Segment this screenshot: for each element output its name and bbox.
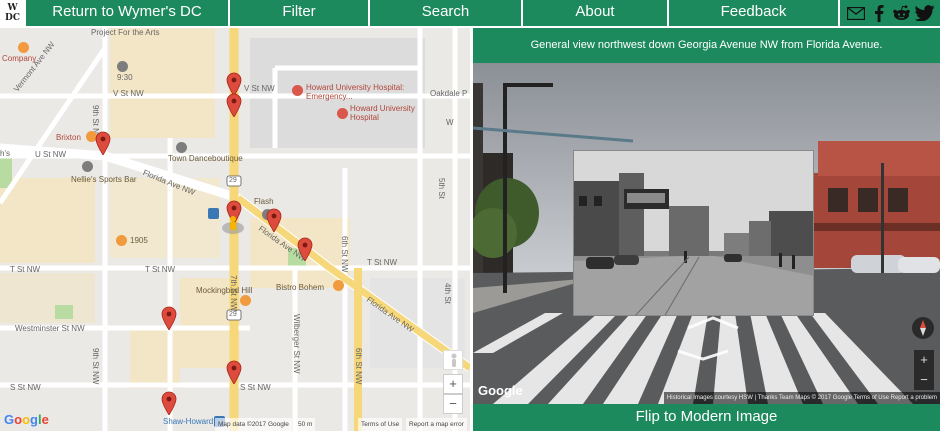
map-label-u-st: U St NW <box>35 150 67 159</box>
map-label-bistro-bohem: Bistro Bohem <box>276 283 325 292</box>
map-zoom-out-button[interactable]: − <box>443 394 463 414</box>
return-to-wymers-dc-link[interactable]: Return to Wymer's DC <box>26 0 230 26</box>
about-menu[interactable]: About <box>523 0 669 26</box>
compass-icon[interactable] <box>912 317 934 339</box>
street-view-google-logo[interactable]: Google <box>478 383 523 398</box>
street-view-zoom-out-button[interactable]: − <box>914 370 934 390</box>
wymers-dc-logo[interactable]: W DC <box>0 0 26 26</box>
map-label-5th-st: 5th St <box>437 178 446 199</box>
photo-location-pin-3[interactable] <box>95 131 111 156</box>
map-label-1905: 1905 <box>130 236 148 245</box>
historic-photo-overlay[interactable] <box>573 150 814 316</box>
street-view-zoom-in-button[interactable]: + <box>914 350 934 370</box>
hospital-h-poi-icon[interactable] <box>337 108 348 119</box>
map-label-nellies: Nellie's Sports Bar <box>71 175 137 184</box>
photo-location-pin-2[interactable] <box>226 93 242 118</box>
map-route-29-b: 29 <box>229 177 237 184</box>
map-google-logo[interactable]: Google <box>4 412 49 427</box>
map-label-s-st-east: S St NW <box>240 383 271 392</box>
map-label-t-st-mid: T St NW <box>145 265 176 274</box>
map-route-29-a: 29 <box>229 311 237 318</box>
map-label-hospital: Hospital <box>350 113 379 122</box>
top-navigation: W DC Return to Wymer's DC Filter Search … <box>0 0 940 26</box>
email-icon[interactable] <box>846 4 866 22</box>
photo-location-pin-6[interactable] <box>161 306 177 331</box>
facebook-icon[interactable] <box>869 4 889 22</box>
logo-top-text: W <box>7 3 18 13</box>
map-pegman-control-icon[interactable] <box>443 350 463 370</box>
map-label-t-st-east: T St NW <box>367 258 398 267</box>
filter-menu[interactable]: Filter <box>230 0 370 26</box>
search-menu[interactable]: Search <box>370 0 523 26</box>
map-label-time: 9:30 <box>117 73 133 82</box>
map-label-v-st-west: V St NW <box>113 89 144 98</box>
map-label-4th-st: 4th St <box>443 283 452 304</box>
reddit-icon[interactable] <box>892 4 912 22</box>
map-label-project-for-arts: Project For the Arts <box>91 28 160 37</box>
app-root: W DC Return to Wymer's DC Filter Search … <box>0 0 940 431</box>
map-label-howard-hospital-emergency: Howard University Hospital: Emergency... <box>306 83 405 101</box>
map-zoom-in-button[interactable]: + <box>443 374 463 394</box>
flip-to-modern-image-button[interactable]: Flip to Modern Image <box>473 404 940 431</box>
photo-location-pin-5[interactable] <box>297 237 313 262</box>
map-data-attribution: Map data ©2017 Google <box>215 418 292 431</box>
street-view-panel[interactable]: + − Google Historical Images courtesy HS… <box>473 63 940 404</box>
photo-location-pin-4[interactable] <box>266 208 282 233</box>
twitter-icon[interactable] <box>914 4 935 22</box>
map-label-town-danceboutique: Town Danceboutique <box>168 154 243 163</box>
map-label-oakdale: Oakdale P <box>430 89 468 98</box>
photo-caption: General view northwest down Georgia Aven… <box>473 28 940 63</box>
logo-bottom-text: DC <box>5 13 20 23</box>
music-venue-poi-icon[interactable] <box>117 61 128 72</box>
map-label-mockingbird-hill: Mockingbird Hill <box>196 286 253 295</box>
map-label-s-st-west: S St NW <box>10 383 41 392</box>
map-panel[interactable]: Project For the Arts Company Vermont Ave… <box>0 28 470 431</box>
map-label-w-top: W <box>446 118 454 127</box>
map-label-brixton: Brixton <box>56 133 81 142</box>
street-view-attribution: Historical Images courtesy HSW | Thanks … <box>663 392 940 404</box>
dance-store-poi-icon[interactable] <box>176 142 187 153</box>
map-label-9th-st-bottom: 9th St NW <box>91 348 100 385</box>
feedback-menu[interactable]: Feedback <box>669 0 840 26</box>
map-label-6th-st-bottom: 6th St NW <box>354 348 363 385</box>
street-view-pegman-icon[interactable] <box>221 215 245 235</box>
map-scale-label: 50 m <box>295 418 316 431</box>
map-label-westminster: Westminster St NW <box>15 324 85 333</box>
map-label-hs: h's <box>0 149 10 158</box>
photo-location-pin-7[interactable] <box>226 360 242 385</box>
restaurant-bohem-poi-icon[interactable] <box>333 280 344 291</box>
social-links <box>840 0 940 26</box>
map-label-6th-st: 6th St NW <box>340 236 349 273</box>
sports-bar-poi-icon[interactable] <box>82 161 93 172</box>
restaurant-poi-icon[interactable] <box>18 42 29 53</box>
map-label-shaw-howard: Shaw-Howard <box>163 417 214 426</box>
map-label-flash: Flash <box>254 197 274 206</box>
map-report-error-link[interactable]: Report a map error <box>406 418 467 431</box>
restaurant-1905-poi-icon[interactable] <box>116 235 127 246</box>
hospital-poi-icon[interactable] <box>292 85 303 96</box>
bar-mockingbird-poi-icon[interactable] <box>240 295 251 306</box>
map-label-t-st-west: T St NW <box>10 265 41 274</box>
map-label-wilberger: Wilberger St NW <box>292 314 301 374</box>
photo-location-pin-8[interactable] <box>161 391 177 416</box>
map-label-howard-university: Howard University <box>350 104 415 113</box>
map-label-v-st-east: V St NW <box>244 84 275 93</box>
metro-poi-icon[interactable] <box>208 208 219 219</box>
map-terms-link[interactable]: Terms of Use <box>358 418 403 431</box>
